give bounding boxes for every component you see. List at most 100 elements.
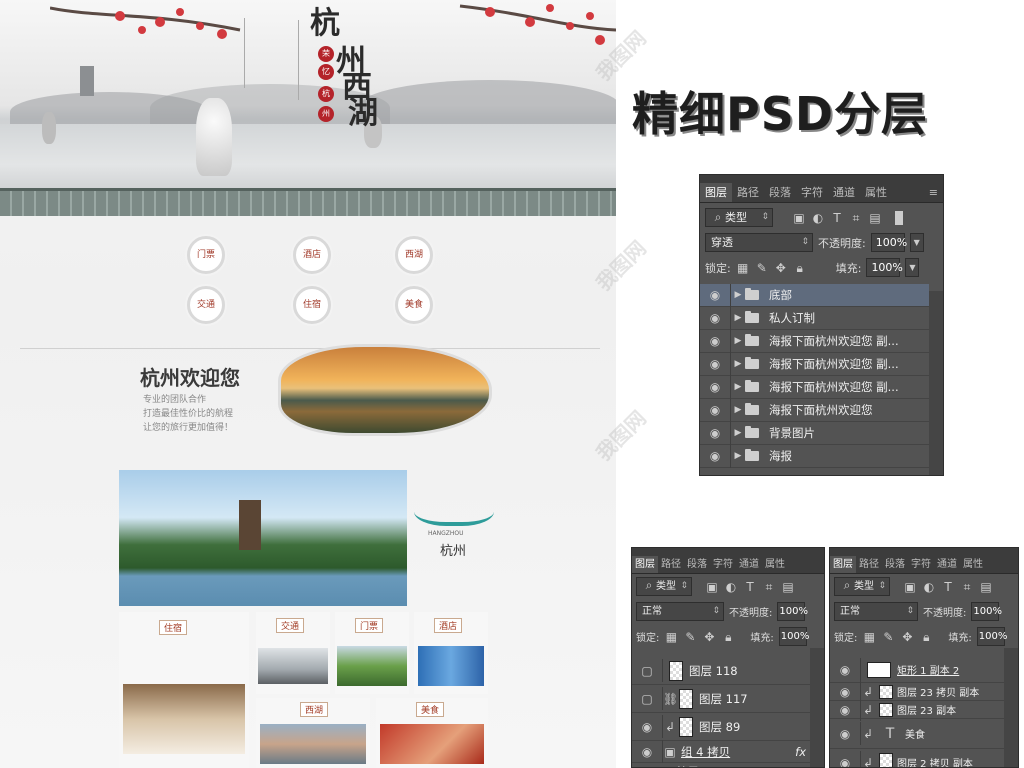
filter-pixel-icon[interactable]: ▣ [792,211,806,225]
eye-icon[interactable]: ◉ [830,727,860,741]
layer-row[interactable]: ◉ ↲ 图层 23 拷贝 副本 [830,680,1004,703]
blend-mode-select[interactable]: 正常 [834,602,918,621]
filter-shape-icon[interactable]: ⌗ [960,580,974,594]
filter-pixel-icon[interactable]: ▣ [705,580,719,594]
opacity-input[interactable]: 100% [971,602,1002,621]
lock-transparent-icon[interactable]: ▦ [736,261,750,275]
layer-row[interactable]: ◉ ▣ 组 4 拷贝 fx [632,740,810,763]
tab-paths[interactable]: 路径 [856,556,882,573]
opacity-input[interactable]: 100% [870,233,907,252]
eye-icon[interactable]: ◉ [632,720,662,734]
blend-mode-select[interactable]: 正常 [636,602,724,621]
filter-adjust-icon[interactable]: ◐ [724,580,738,594]
filter-toggle-icon[interactable] [895,210,903,225]
layer-row[interactable]: ◉ ↲ T 美食 [830,719,1004,749]
layer-scrollbar[interactable] [929,291,943,475]
filter-kind-select[interactable]: ⌕ 类型 [705,208,773,227]
fill-input[interactable]: 100% [866,258,903,277]
blend-mode-select[interactable]: 穿透 [705,233,813,252]
filter-smart-icon[interactable]: ▤ [781,580,795,594]
filter-type-icon[interactable]: T [743,580,757,594]
filter-smart-icon[interactable]: ▤ [979,580,993,594]
layer-row[interactable]: ◉ ▶ 私人订制 [700,306,929,330]
filter-pixel-icon[interactable]: ▣ [903,580,917,594]
filter-shape-icon[interactable]: ⌗ [762,580,776,594]
eye-icon[interactable]: ◉ [632,745,662,759]
tab-layers[interactable]: 图层 [632,556,658,573]
visibility-box-icon[interactable]: ▢ [632,692,662,706]
eye-icon[interactable]: ◉ [700,311,730,325]
fill-input[interactable]: 100% [778,627,809,646]
layer-row[interactable]: ◉ ▶ 底部 [700,283,929,307]
eye-icon[interactable]: ◉ [700,357,730,371]
filter-kind-select[interactable]: ⌕ 类型 [834,577,890,596]
expand-triangle-icon[interactable]: ▶ [731,313,745,323]
tab-paragraph[interactable]: 段落 [764,183,796,202]
expand-triangle-icon[interactable]: ▶ [731,382,745,392]
expand-triangle-icon[interactable]: ▶ [731,359,745,369]
tab-paragraph[interactable]: 段落 [684,556,710,573]
expand-triangle-icon[interactable]: ▶ [731,405,745,415]
lock-brush-icon[interactable]: ✎ [881,630,895,644]
lock-all-icon[interactable]: 🔒︎ [721,630,735,644]
filter-type-icon[interactable]: T [941,580,955,594]
filter-smart-icon[interactable]: ▤ [868,211,882,225]
eye-icon[interactable]: ◉ [700,380,730,394]
lock-move-icon[interactable]: ✥ [702,630,716,644]
filter-adjust-icon[interactable]: ◐ [922,580,936,594]
eye-icon[interactable]: ◉ [830,756,860,768]
tab-properties[interactable]: 属性 [960,556,986,573]
tab-layers[interactable]: 图层 [830,556,856,573]
fill-dropdown-icon[interactable]: ▼ [905,258,920,277]
lock-transparent-icon[interactable]: ▦ [862,630,876,644]
lock-move-icon[interactable]: ✥ [900,630,914,644]
panel-menu-icon[interactable]: ≡ [924,183,943,202]
opacity-dropdown-icon[interactable]: ▼ [909,233,924,252]
tab-paths[interactable]: 路径 [658,556,684,573]
tab-character[interactable]: 字符 [908,556,934,573]
tab-paragraph[interactable]: 段落 [882,556,908,573]
layer-row[interactable]: ◉ ↲ 图层 89 [632,713,810,741]
lock-all-icon[interactable]: 🔒︎ [793,261,807,275]
layer-row[interactable]: ◉ ↲ 图层 23 副本 [830,698,1004,721]
tab-channels[interactable]: 通道 [934,556,960,573]
lock-brush-icon[interactable]: ✎ [755,261,769,275]
layer-row[interactable]: ◉ ▶ 海报下面杭州欢迎您 副... [700,329,929,353]
fx-icon[interactable]: fx [795,745,806,759]
eye-icon[interactable]: ◉ [830,703,860,717]
layer-row[interactable]: ◉ ↲ 图层 2 拷贝 副本 [830,749,1004,768]
layer-row[interactable]: ◉ ▶ 海报下面杭州欢迎您 副... [700,352,929,376]
layer-row[interactable]: ◉ ▶ 海报下面杭州欢迎您 [700,398,929,422]
layer-effects-row[interactable]: ◉效果 [632,763,810,767]
expand-triangle-icon[interactable]: ▶ [731,428,745,438]
filter-type-icon[interactable]: T [830,211,844,225]
layer-row[interactable]: ◉ 矩形 1 副本 2 [830,657,1004,683]
eye-icon[interactable]: ◉ [700,449,730,463]
eye-icon[interactable]: ◉ [700,334,730,348]
lock-move-icon[interactable]: ✥ [774,261,788,275]
eye-icon[interactable]: ◉ [830,663,860,677]
layer-row[interactable]: ◉ ▶ 海报下面杭州欢迎您 副... [700,375,929,399]
layer-scrollbar[interactable] [810,648,824,767]
eye-icon[interactable]: ◉ [700,403,730,417]
tab-character[interactable]: 字符 [796,183,828,202]
expand-triangle-icon[interactable]: ▶ [731,451,745,461]
filter-shape-icon[interactable]: ⌗ [849,211,863,225]
opacity-input[interactable]: 100% [777,602,808,621]
lock-transparent-icon[interactable]: ▦ [664,630,678,644]
eye-icon[interactable]: ◉ [830,685,860,699]
visibility-box-icon[interactable]: ▢ [632,664,662,678]
lock-brush-icon[interactable]: ✎ [683,630,697,644]
fill-input[interactable]: 100% [976,627,1007,646]
eye-icon[interactable]: ◉ [700,288,730,302]
expand-triangle-icon[interactable]: ▶ [731,290,745,300]
layer-row[interactable]: ◉ ▶ 海报 [700,444,929,468]
layer-scrollbar[interactable] [1004,648,1018,767]
expand-triangle-icon[interactable]: ▶ [731,336,745,346]
tab-channels[interactable]: 通道 [828,183,860,202]
lock-all-icon[interactable]: 🔒︎ [919,630,933,644]
tab-layers[interactable]: 图层 [700,183,732,202]
tab-paths[interactable]: 路径 [732,183,764,202]
layer-row[interactable]: ▢ ⛓ 图层 117 [632,685,810,713]
tab-channels[interactable]: 通道 [736,556,762,573]
